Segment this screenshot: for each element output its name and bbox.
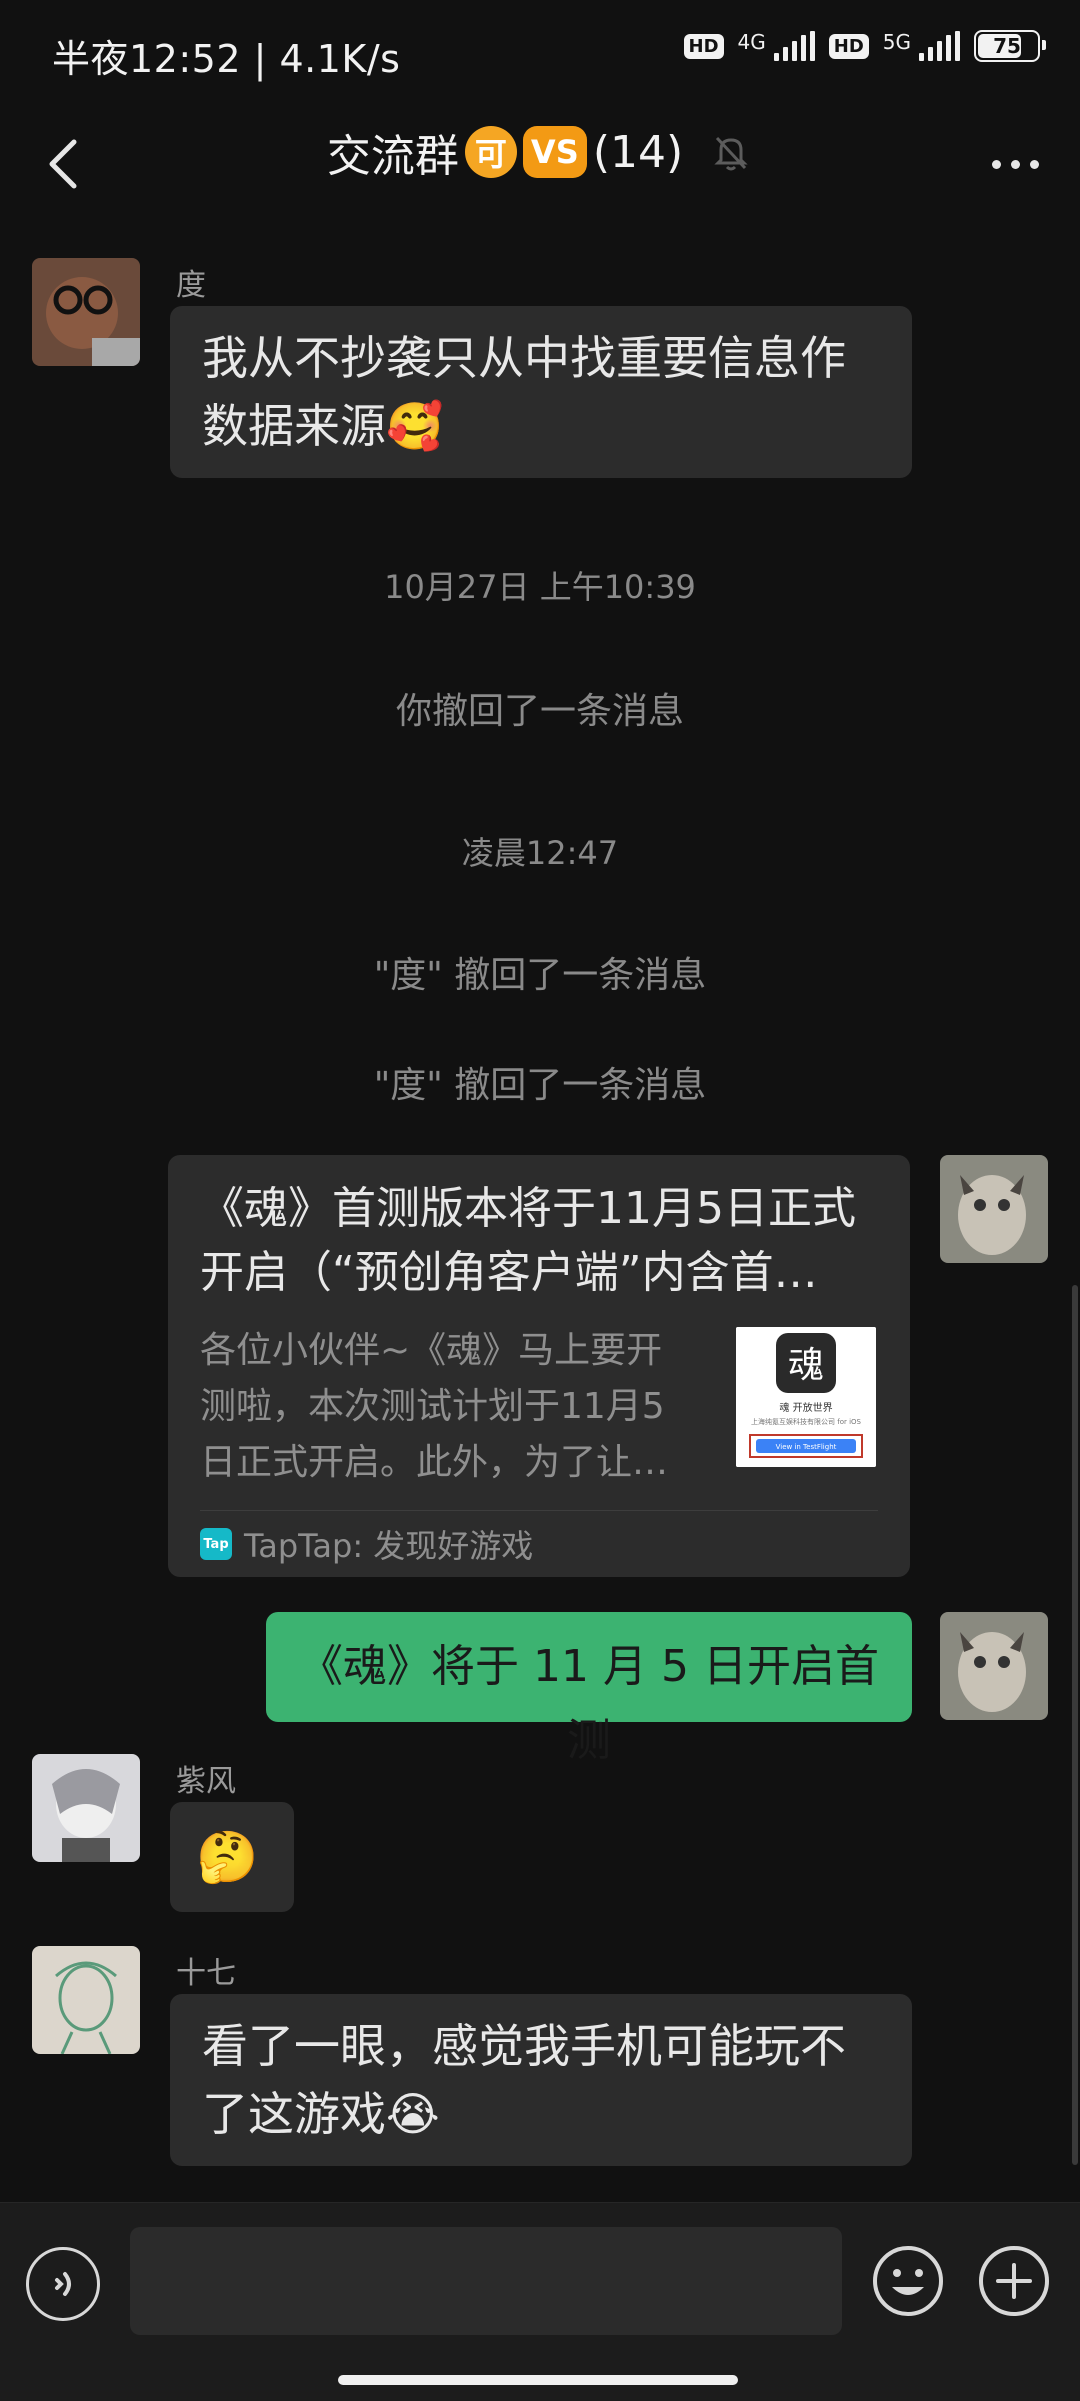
- avatar-zifeng[interactable]: [32, 1754, 140, 1862]
- message-bubble[interactable]: 看了一眼，感觉我手机可能玩不了这游戏😭: [170, 1994, 912, 2166]
- more-options-button[interactable]: [980, 136, 1050, 192]
- scrollbar[interactable]: [1072, 1285, 1078, 2165]
- recall-notice: "度" 撤回了一条消息: [373, 1065, 707, 1106]
- avatar-du[interactable]: [32, 258, 140, 366]
- sender-name: 紫风: [176, 1764, 236, 1799]
- signal-icon: [919, 31, 960, 61]
- dot-icon: [991, 159, 1001, 169]
- more-actions-button[interactable]: [976, 2243, 1052, 2319]
- emoji-button[interactable]: [870, 2243, 946, 2319]
- link-card-description: 各位小伙伴~《魂》马上要开测啦，本次测试计划于11月5日正式开启。此外，为了让…: [200, 1330, 669, 1483]
- message-input[interactable]: [130, 2227, 842, 2335]
- link-card-source-label: TapTap: 发现好游戏: [244, 1527, 534, 1565]
- network-5g-label: 5G: [882, 30, 911, 54]
- link-card-title: 《魂》首测版本将于11月5日正式开启（“预创角客户端”内含首…: [200, 1183, 856, 1298]
- link-card-source: Tap TapTap: 发现好游戏: [200, 1521, 533, 1567]
- timestamp: 10月27日 上午10:39: [384, 568, 696, 606]
- hd-icon: HD: [828, 33, 869, 59]
- message-bubble[interactable]: 我从不抄袭只从中找重要信息作数据来源🥰: [170, 306, 912, 478]
- message-bubble[interactable]: 🤔: [170, 1802, 294, 1912]
- group-badge-ke: 可: [464, 126, 517, 178]
- recall-notice: 你撤回了一条消息: [395, 691, 684, 732]
- dot-icon: [1029, 159, 1039, 169]
- voice-input-button[interactable]: [26, 2247, 100, 2321]
- thumbnail-glyph: 魂: [788, 1345, 824, 1386]
- sender-name: 度: [176, 268, 206, 303]
- member-count: (14): [592, 126, 684, 178]
- network-4g-label: 4G: [737, 30, 766, 54]
- chat-header: 交流群 可 VS (14): [0, 110, 1080, 220]
- thumbnail-button-label: View in TestFlight: [776, 1443, 837, 1451]
- avatar-self[interactable]: [940, 1612, 1048, 1720]
- status-icons: HD 4G HD 5G 75: [683, 30, 1046, 62]
- battery-icon: 75: [974, 30, 1046, 62]
- plus-icon: [979, 2246, 1049, 2316]
- battery-level: 75: [993, 34, 1021, 58]
- input-bar: [0, 2202, 1080, 2401]
- hd-icon: HD: [683, 33, 724, 59]
- home-indicator[interactable]: [338, 2375, 738, 2385]
- avatar-shiqi[interactable]: [32, 1946, 140, 2054]
- divider: [200, 1510, 878, 1511]
- group-badge-vs: VS: [522, 126, 587, 178]
- voice-icon: [55, 2272, 71, 2296]
- group-name: 交流群: [326, 131, 459, 182]
- timestamp: 凌晨12:47: [461, 834, 619, 872]
- recall-notice: "度" 撤回了一条消息: [373, 955, 707, 996]
- mute-bell-icon: [714, 136, 748, 171]
- status-bar: 半夜12:52 | 4.1K/s HD 4G HD 5G 75: [0, 0, 1080, 110]
- signal-icon: [773, 31, 815, 61]
- link-card-thumbnail: 魂 魂 开放世界 上海纯氪互娱科技有限公司 for iOS View in Te…: [736, 1327, 876, 1467]
- sender-name: 十七: [176, 1956, 236, 1991]
- status-time-speed: 半夜12:52 | 4.1K/s: [52, 37, 401, 81]
- taptap-icon: Tap: [200, 1528, 232, 1560]
- thumbnail-developer: 上海纯氪互娱科技有限公司 for iOS: [751, 1417, 862, 1426]
- link-card[interactable]: 《魂》首测版本将于11月5日正式开启（“预创角客户端”内含首… 各位小伙伴~《魂…: [168, 1155, 910, 1577]
- chat-title: 交流群 可 VS (14): [0, 120, 1080, 184]
- message-bubble-own[interactable]: 《魂》将于 11 月 5 日开启首测: [266, 1612, 912, 1766]
- dot-icon: [1010, 159, 1020, 169]
- thumbnail-app-name: 魂 开放世界: [779, 1401, 832, 1414]
- avatar-self[interactable]: [940, 1155, 1048, 1263]
- smiley-icon: [873, 2246, 943, 2316]
